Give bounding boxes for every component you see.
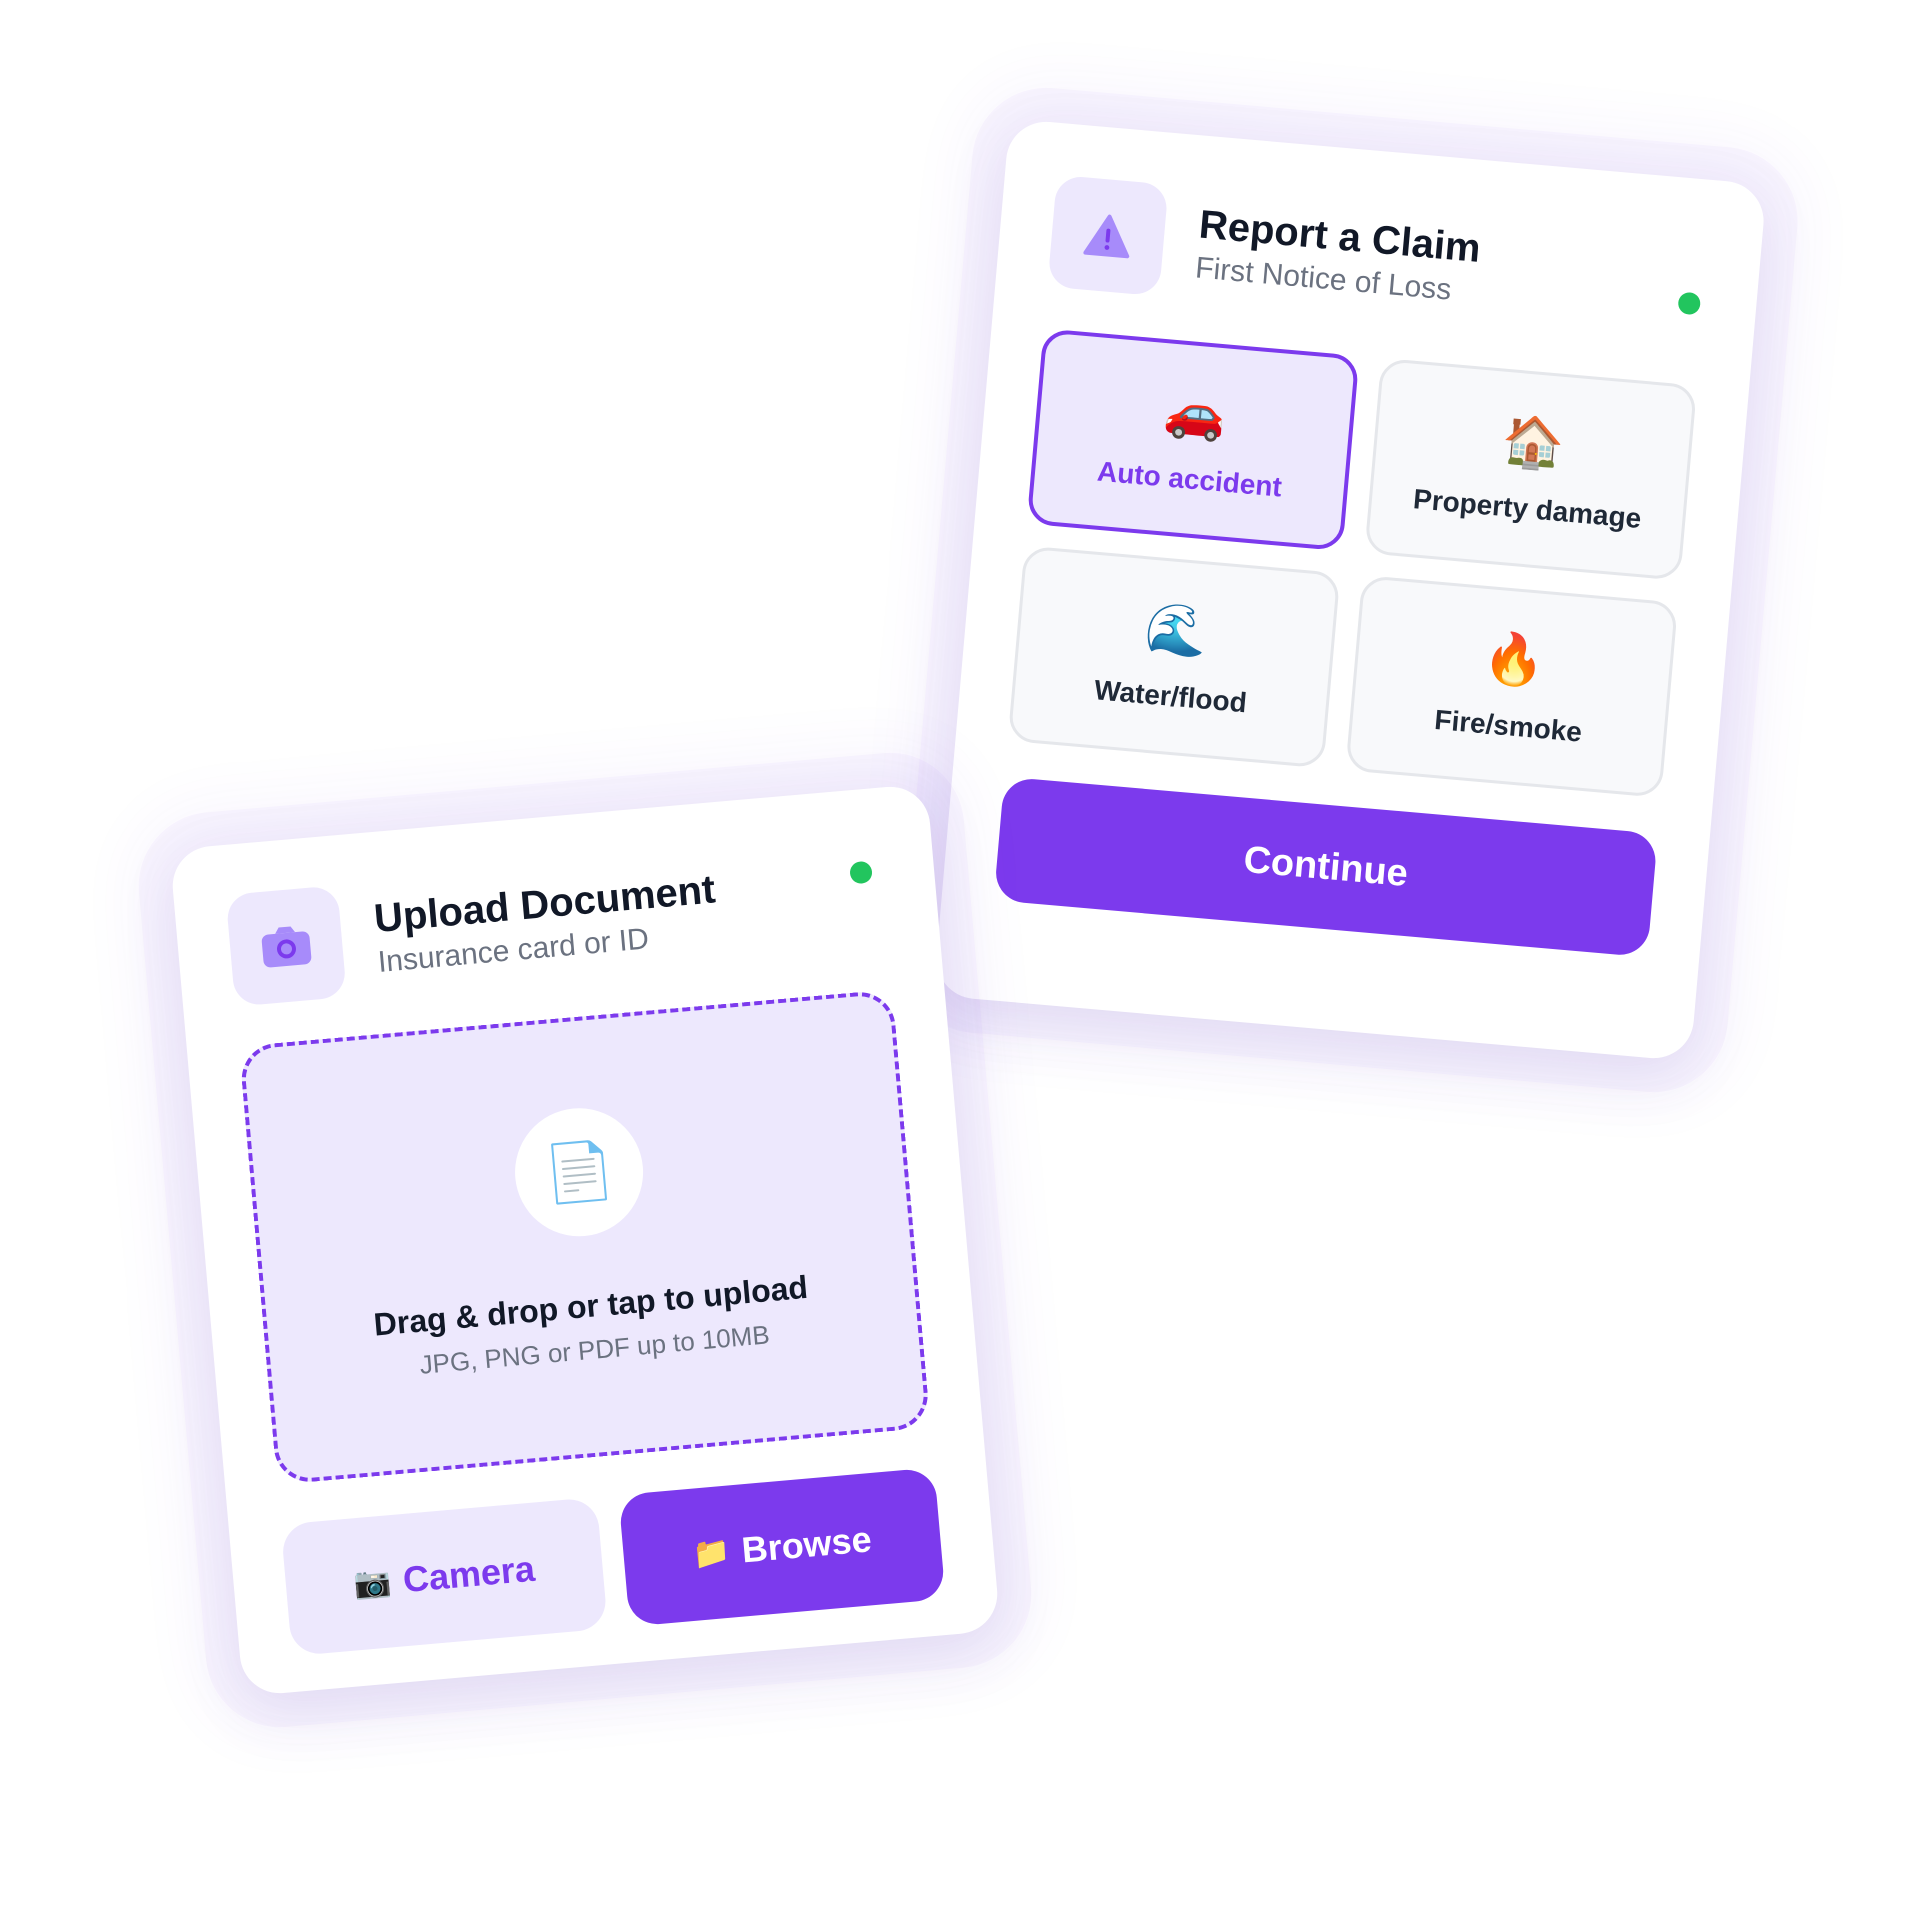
upload-dropzone[interactable]: 📄 Drag & drop or tap to upload JPG, PNG … [238, 989, 931, 1485]
claim-header-text: Report a Claim First Notice of Loss [1194, 202, 1483, 310]
option-label: Auto accident [1095, 455, 1284, 503]
house-icon: 🏠 [1499, 411, 1567, 473]
camera-button-label: Camera [401, 1547, 537, 1601]
document-icon: 📄 [509, 1102, 649, 1242]
upload-header-text: Upload Document Insurance card or ID [372, 866, 720, 980]
camera-emoji-icon: 📷 [352, 1564, 393, 1601]
upload-header: Upload Document Insurance card or ID [225, 838, 889, 1007]
canvas: Report a Claim First Notice of Loss 🚗 Au… [0, 0, 1920, 1920]
wave-icon: 🌊 [1142, 599, 1210, 661]
warning-icon [1047, 174, 1169, 297]
car-icon: 🚗 [1161, 382, 1229, 444]
option-label: Property damage [1411, 483, 1643, 535]
upload-actions: 📷 Camera 📁 Browse [280, 1467, 946, 1657]
folder-icon: 📁 [691, 1535, 732, 1572]
upload-document-card: Upload Document Insurance card or ID 📄 D… [169, 783, 1001, 1697]
camera-button[interactable]: 📷 Camera [280, 1496, 608, 1657]
report-claim-card: Report a Claim First Notice of Loss 🚗 Au… [933, 118, 1767, 1062]
camera-icon [225, 885, 347, 1007]
option-label: Fire/smoke [1433, 703, 1584, 748]
option-fire-smoke[interactable]: 🔥 Fire/smoke [1345, 575, 1679, 798]
browse-button-label: Browse [739, 1518, 874, 1571]
option-property-damage[interactable]: 🏠 Property damage [1364, 357, 1698, 581]
claim-header: Report a Claim First Notice of Loss [1047, 174, 1710, 344]
option-label: Water/flood [1093, 674, 1249, 719]
option-auto-accident[interactable]: 🚗 Auto accident [1026, 328, 1360, 552]
continue-button[interactable]: Continue [993, 776, 1658, 958]
option-water-flood[interactable]: 🌊 Water/flood [1007, 545, 1341, 769]
claim-type-grid: 🚗 Auto accident 🏠 Property damage 🌊 Wate… [1007, 328, 1698, 798]
status-dot [849, 860, 873, 885]
browse-button[interactable]: 📁 Browse [618, 1467, 946, 1627]
fire-icon: 🔥 [1480, 628, 1548, 691]
status-dot [1677, 291, 1702, 316]
